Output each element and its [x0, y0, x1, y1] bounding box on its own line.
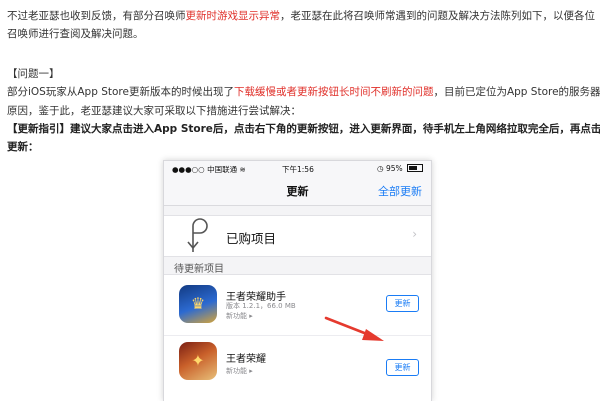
app-icon-honor-of-kings[interactable]: ✦ [179, 342, 217, 380]
chevron-right-icon: › [412, 227, 417, 241]
battery-percent: 95% [385, 164, 403, 173]
intro-highlight: 更新时游戏显示异常 [185, 10, 281, 22]
carrier-label: 中国联通 [207, 165, 238, 174]
signal-icon: ●●●○○ [172, 165, 205, 174]
intro-text-cont: ，老亚瑟在此将召唤师常遇到的问题及解决方法陈列如下，以便各位 [280, 10, 595, 22]
phone-screenshot: ●●●○○ 中国联通 ≋ 下午1:56 ◷ 95% 更新 全部更新 已购项目 ›… [163, 160, 432, 401]
guide-line1: 【更新指引】建议大家点击进入App Store后，点击右下角的更新按钮，进入更新… [7, 123, 600, 135]
battery-icon [407, 164, 423, 172]
crown-icon: ♛ [190, 294, 206, 313]
intro-text: 不过老亚瑟也收到反馈，有部分召唤师 [7, 10, 186, 22]
guide-line2: 更新： [7, 141, 39, 153]
pending-updates-header: 待更新项目 [174, 264, 224, 275]
problem-text-cont: ，目前已定位为App Store的服务器 [433, 86, 600, 98]
list-item: ✦ 王者荣耀 新功能 ▸ 更新 [164, 335, 431, 390]
app-meta: 版本 1.2.1，66.0 MB [226, 302, 296, 310]
wifi-icon: ≋ [239, 165, 246, 174]
alarm-icon: ◷ [377, 164, 384, 173]
purchased-tag-icon [187, 218, 208, 252]
update-button[interactable]: 更新 [386, 295, 419, 312]
purchased-row[interactable]: 已购项目 › [164, 215, 431, 257]
app-icon-assistant[interactable]: ♛ [179, 285, 217, 323]
problem-paragraph-line2: 原因，鉴于此，老亚瑟建议大家可采取以下措施进行尝试解决： [7, 105, 301, 117]
purchased-label: 已购项目 [226, 231, 277, 246]
problem-text: 部分iOS玩家从App Store更新版本的时候出现了 [7, 86, 234, 98]
new-features-link[interactable]: 新功能 ▸ [226, 311, 253, 321]
new-features-link[interactable]: 新功能 ▸ [226, 366, 253, 376]
update-all-button[interactable]: 全部更新 [378, 183, 422, 199]
status-right: ◷ 95% [377, 164, 423, 173]
hero-icon: ✦ [191, 351, 205, 370]
intro-paragraph-line1: 不过老亚瑟也收到反馈，有部分召唤师更新时游戏显示异常，老亚瑟在此将召唤师常遇到的… [7, 9, 595, 23]
problem-heading: 【问题一】 [7, 68, 60, 80]
intro-paragraph-line2: 召唤师进行查阅及解决问题。 [7, 28, 144, 40]
status-carrier: ●●●○○ 中国联通 ≋ [172, 164, 246, 175]
status-time: 下午1:56 [282, 165, 314, 174]
app-name: 王者荣耀 [226, 354, 266, 365]
problem-highlight: 下载缓慢或者更新按钮长时间不刷新的问题 [233, 86, 434, 98]
list-item: ♛ 王者荣耀助手 版本 1.2.1，66.0 MB 新功能 ▸ 更新 [164, 279, 431, 333]
update-button[interactable]: 更新 [386, 359, 419, 376]
updates-list: ♛ 王者荣耀助手 版本 1.2.1，66.0 MB 新功能 ▸ 更新 ✦ 王者荣… [164, 274, 431, 401]
nav-bar: 更新 全部更新 [164, 175, 431, 206]
problem-paragraph-line1: 部分iOS玩家从App Store更新版本的时候出现了下载缓慢或者更新按钮长时间… [7, 85, 600, 99]
status-bar: ●●●○○ 中国联通 ≋ 下午1:56 ◷ 95% [164, 161, 431, 175]
